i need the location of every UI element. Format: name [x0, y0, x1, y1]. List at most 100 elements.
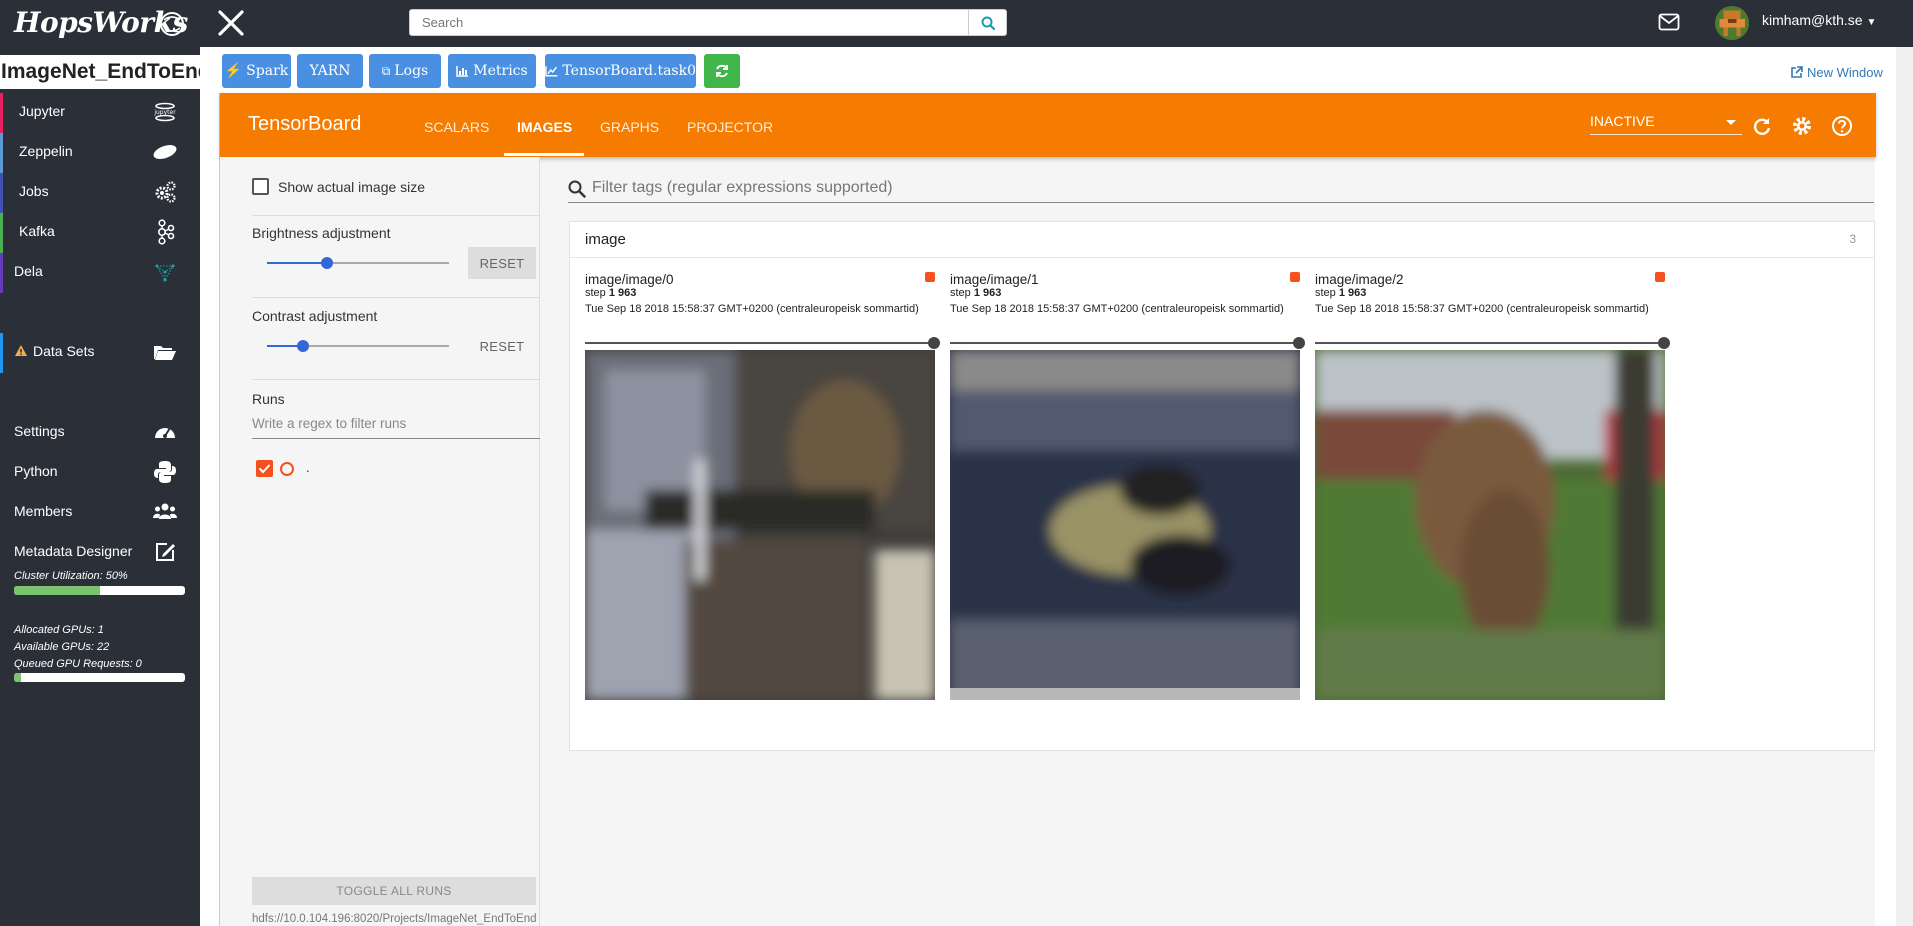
logs-button[interactable]: ⧉ Logs: [369, 54, 441, 88]
sidebar-item-metadata-designer[interactable]: Metadata Designer: [0, 533, 200, 569]
image-date: Tue Sep 18 2018 15:58:37 GMT+0200 (centr…: [585, 303, 919, 315]
tab-scalars[interactable]: SCALARS: [424, 119, 489, 135]
sidebar-item-label: Data Sets: [33, 343, 95, 359]
user-menu[interactable]: kimham@kth.se ▼: [1762, 12, 1876, 28]
brightness-slider-fill: [267, 262, 328, 264]
yarn-button[interactable]: YARN: [297, 54, 363, 88]
tag-filter[interactable]: Filter tags (regular expressions support…: [568, 175, 1874, 203]
close-icon[interactable]: [216, 8, 246, 38]
sidebar-item-label: Jobs: [19, 183, 49, 199]
tensorboard-sidebar: Show actual image size Brightness adjust…: [220, 157, 540, 926]
dashboard-icon: [155, 427, 175, 438]
new-window-label: New Window: [1807, 65, 1883, 80]
avatar[interactable]: [1715, 6, 1749, 40]
page-scrollbar[interactable]: [1896, 47, 1913, 926]
image-display: [950, 350, 1300, 700]
sidebar-stripe: [0, 253, 3, 293]
tab-graphs[interactable]: GRAPHS: [600, 119, 659, 135]
run-row: .: [256, 460, 316, 478]
search-icon: [568, 180, 586, 198]
brightness-reset-button[interactable]: RESET: [468, 247, 536, 279]
search-input[interactable]: [410, 10, 970, 35]
divider: [252, 297, 540, 298]
image-step: step 1 963: [1315, 287, 1366, 299]
spark-button[interactable]: ⚡ Spark: [222, 54, 291, 88]
cluster-utilization-label: Cluster Utilization: 50%: [14, 570, 128, 582]
image-step-label: step: [585, 287, 606, 299]
caret-down-icon: ▼: [1866, 17, 1877, 28]
log-directory-path: hdfs://10.0.104.196:8020/Projects/ImageN…: [252, 913, 537, 925]
image-step-label: step: [950, 287, 971, 299]
sidebar-stripe: [0, 93, 3, 133]
warning-icon: [15, 345, 27, 356]
sidebar-item-jupyter[interactable]: Jupyter jupyter: [0, 93, 200, 133]
dropdown-caret-icon: [1726, 120, 1736, 125]
sidebar-item-members[interactable]: Members: [0, 493, 200, 529]
help-icon[interactable]: [1831, 115, 1853, 137]
edit-icon: [156, 543, 175, 561]
run-color-flag: [925, 272, 935, 282]
tensorboard-frame: TensorBoard SCALARS IMAGES GRAPHS PROJEC…: [219, 93, 1876, 926]
run-color-circle[interactable]: [280, 462, 294, 476]
brightness-slider-knob[interactable]: [321, 257, 334, 269]
sidebar-stripe: [0, 333, 3, 373]
refresh-button[interactable]: [704, 54, 740, 88]
image-step-label: step: [1315, 287, 1336, 299]
gear-icon[interactable]: [1791, 115, 1813, 137]
dela-icon: [155, 264, 175, 282]
step-slider-knob[interactable]: [1658, 337, 1670, 349]
status-select[interactable]: INACTIVE: [1590, 113, 1742, 135]
cogs-icon: [155, 181, 176, 203]
kafka-icon: [158, 219, 175, 245]
contrast-label: Contrast adjustment: [252, 308, 378, 324]
contrast-slider-knob[interactable]: [297, 340, 310, 352]
image-step-value: 1 963: [608, 287, 637, 299]
tensorboard-button[interactable]: TensorBoard.task0: [545, 54, 696, 88]
contrast-reset-button[interactable]: RESET: [468, 330, 536, 362]
toggle-all-runs-button[interactable]: TOGGLE ALL RUNS: [252, 877, 536, 905]
allocated-gpus: Allocated GPUs: 1: [14, 624, 104, 636]
bolt-icon: ⚡: [224, 63, 243, 79]
metrics-button[interactable]: Metrics: [448, 54, 536, 88]
refresh-icon: [716, 64, 728, 78]
sidebar-item-zeppelin[interactable]: Zeppelin: [0, 133, 200, 173]
show-actual-size-checkbox[interactable]: [252, 178, 269, 195]
active-tab-indicator: [504, 153, 584, 156]
search-icon: [981, 16, 995, 30]
metrics-button-label: Metrics: [473, 63, 528, 79]
new-window-link[interactable]: New Window: [1790, 65, 1883, 80]
runs-filter-input[interactable]: Write a regex to filter runs: [252, 413, 540, 439]
sidebar-item-kafka[interactable]: Kafka: [0, 213, 200, 253]
sidebar-item-label: Settings: [14, 423, 65, 439]
sidebar-stripe: [0, 173, 3, 213]
image-step-value: 1 963: [1338, 287, 1367, 299]
sidebar-item-label: Zeppelin: [19, 143, 73, 159]
sidebar-item-data-sets[interactable]: Data Sets: [0, 333, 200, 373]
search-button[interactable]: [968, 10, 1006, 35]
tab-projector[interactable]: PROJECTOR: [687, 119, 773, 135]
sidebar-item-python[interactable]: Python: [0, 453, 200, 489]
step-slider-knob[interactable]: [1293, 337, 1305, 349]
image-card: image 3 image/image/0 step 1 963 Tue Sep…: [569, 221, 1875, 751]
project-name[interactable]: ImageNet_EndToEnd_MLPipeline: [0, 55, 200, 89]
yarn-button-label: YARN: [309, 63, 351, 79]
image-step: step 1 963: [950, 287, 1001, 299]
show-actual-size-label: Show actual image size: [278, 179, 426, 195]
run-checkbox[interactable]: [256, 460, 273, 477]
run-color-flag: [1290, 272, 1300, 282]
sidebar-item-settings[interactable]: Settings: [0, 413, 200, 449]
reload-icon[interactable]: [1751, 115, 1773, 137]
svg-text:jupyter: jupyter: [153, 109, 176, 116]
tab-images[interactable]: IMAGES: [517, 119, 572, 135]
sidebar-item-dela[interactable]: Dela: [0, 253, 200, 293]
sidebar-item-jobs[interactable]: Jobs: [0, 173, 200, 213]
check-icon: [258, 464, 271, 474]
card-header[interactable]: image 3: [570, 222, 1874, 258]
jupyter-icon: jupyter: [153, 102, 176, 122]
step-slider-knob[interactable]: [928, 337, 940, 349]
image-name: image/image/1: [950, 272, 1039, 287]
mail-icon[interactable]: [1658, 13, 1680, 31]
sidebar-item-label: Kafka: [19, 223, 55, 239]
external-link-icon: [1791, 66, 1803, 78]
sidebar-item-label: Members: [14, 503, 73, 519]
